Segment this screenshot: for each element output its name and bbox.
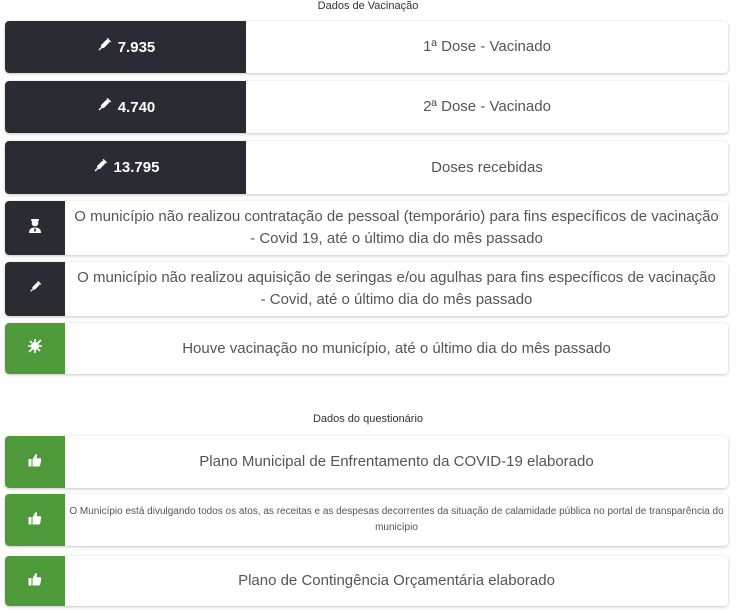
syringe-icon <box>92 158 114 178</box>
stat-card-second-dose: 4.740 2ª Dose - Vacinado <box>5 81 728 133</box>
info-card-syringe-purchase: O município não realizou aquisição de se… <box>5 262 728 316</box>
syringe-icon <box>96 37 118 57</box>
info-card-staff-hiring: O município não realizou contratação de … <box>5 201 728 255</box>
stat-label: 2ª Dose - Vacinado <box>423 98 551 115</box>
syringe-icon <box>28 280 42 299</box>
questionnaire-section-title: Dados do questionário <box>312 413 424 425</box>
info-text: O município não realizou aquisição de se… <box>77 269 716 308</box>
stat-card-doses-received: 13.795 Doses recebidas <box>5 141 728 194</box>
info-icon-box <box>5 436 65 488</box>
stat-value: 13.795 <box>113 159 160 176</box>
info-text: Houve vacinação no município, até o últi… <box>182 339 611 357</box>
questionnaire-card-contingencia: Plano de Contingência Orçamentária elabo… <box>5 556 728 606</box>
questionnaire-text: Plano Municipal de Enfrentamento da COVI… <box>199 453 594 470</box>
stat-value-box: 7.935 <box>5 21 246 73</box>
stat-label: Doses recebidas <box>431 158 543 176</box>
user-nurse-icon <box>28 218 42 239</box>
stat-value-box: 4.740 <box>5 81 246 133</box>
info-icon-box <box>5 323 65 374</box>
questionnaire-card-transparencia: O Município está divulgando todos os ato… <box>5 494 728 546</box>
thumbs-up-icon <box>28 511 42 530</box>
info-icon-box <box>5 262 65 316</box>
stat-value: 7.935 <box>117 38 156 56</box>
syringe-icon <box>96 97 118 117</box>
stat-label: 1ª Dose - Vacinado <box>423 38 551 55</box>
virus-slash-icon <box>27 338 43 359</box>
questionnaire-card-plano-municipal: Plano Municipal de Enfrentamento da COVI… <box>5 436 728 488</box>
thumbs-up-icon <box>28 453 42 472</box>
questionnaire-text: Plano de Contingência Orçamentária elabo… <box>238 572 555 589</box>
stat-card-first-dose: 7.935 1ª Dose - Vacinado <box>5 21 728 73</box>
stat-value-box: 13.795 <box>5 141 246 194</box>
stat-value: 4.740 <box>117 98 156 116</box>
questionnaire-text: O Município está divulgando todos os ato… <box>69 506 724 533</box>
thumbs-up-icon <box>28 572 42 591</box>
vaccination-section-title: Dados de Vacinação <box>317 0 419 12</box>
info-card-vaccination-occurred: Houve vacinação no município, até o últi… <box>5 323 728 374</box>
info-icon-box <box>5 201 65 255</box>
info-text: O município não realizou contratação de … <box>74 208 719 247</box>
info-icon-box <box>5 556 65 606</box>
info-icon-box <box>5 494 65 546</box>
